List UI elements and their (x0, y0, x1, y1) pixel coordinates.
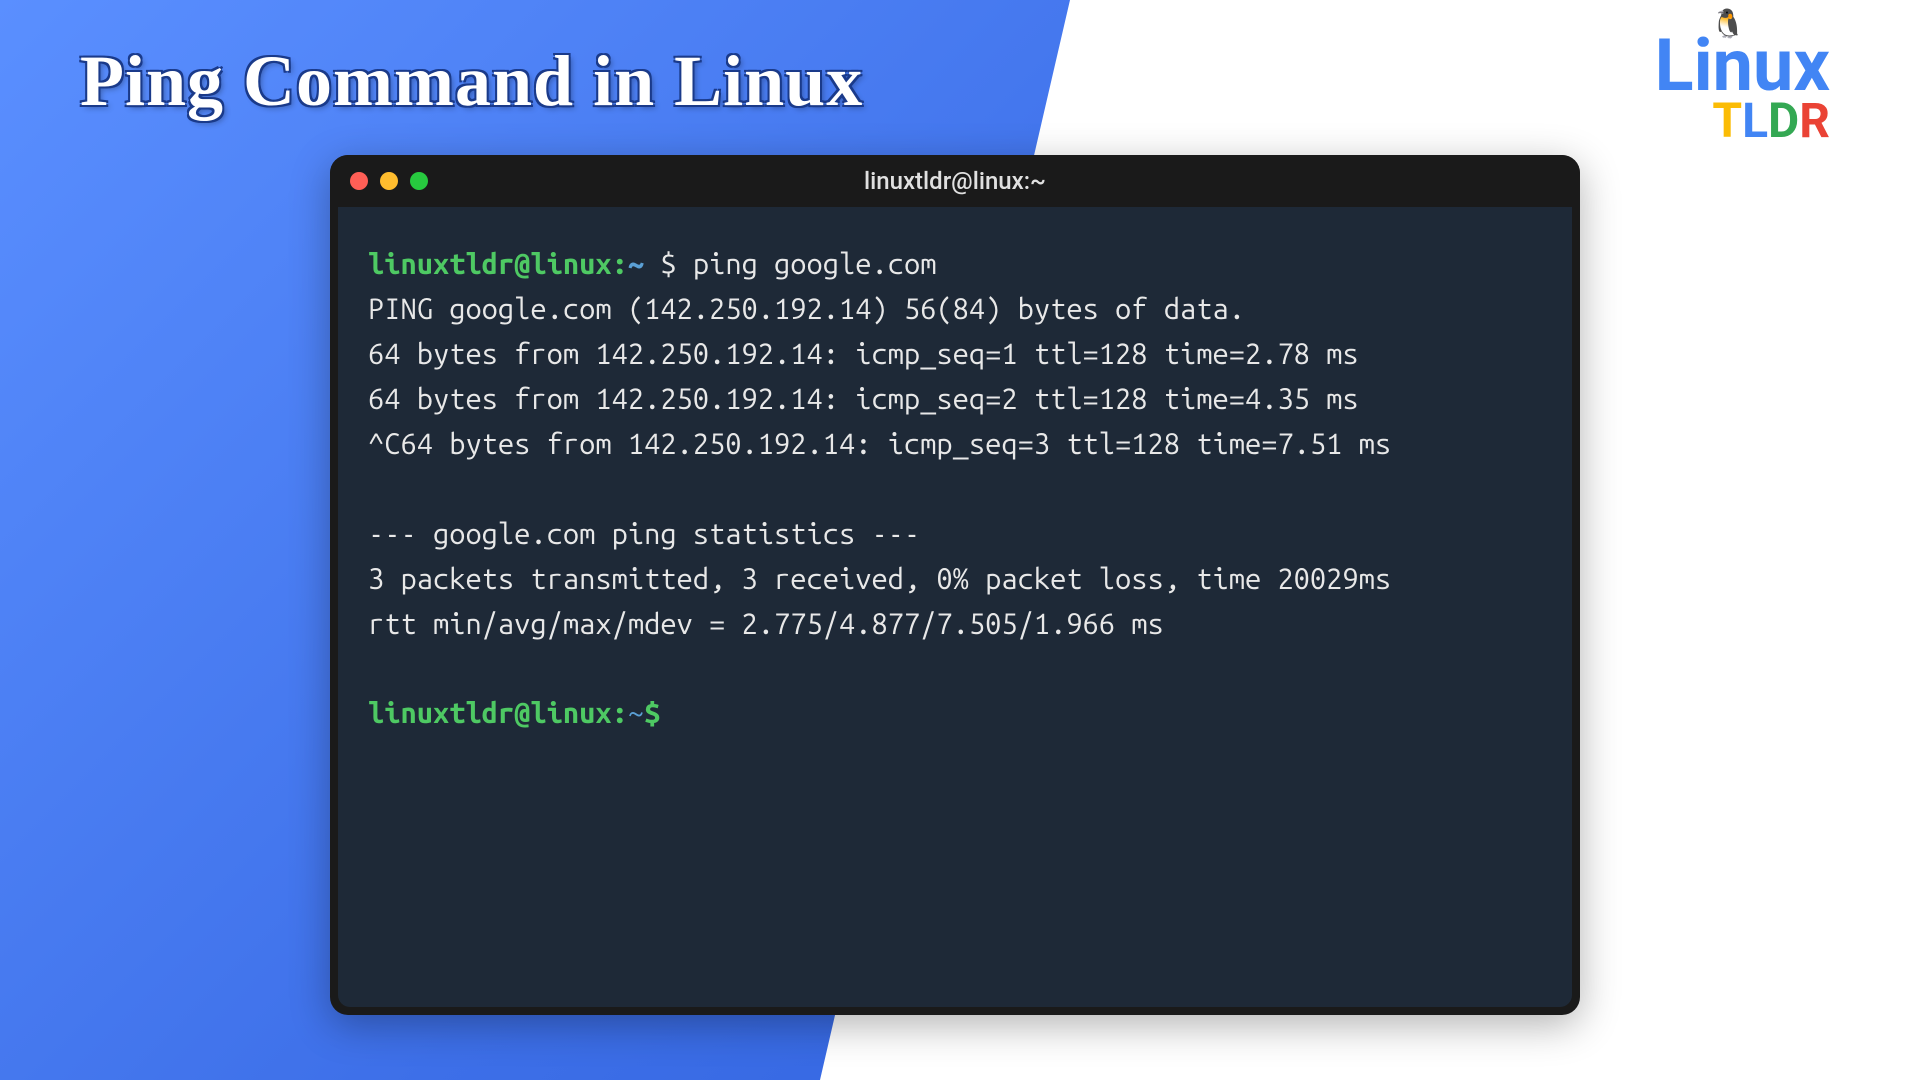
terminal-stats-line: 3 packets transmitted, 3 received, 0% pa… (368, 557, 1542, 602)
terminal-window: linuxtldr@linux:~ linuxtldr@linux:~ $ pi… (330, 155, 1580, 1015)
traffic-lights (350, 172, 428, 190)
terminal-prompt-user: linuxtldr@linux (368, 248, 612, 280)
blank-line (368, 646, 1542, 691)
minimize-icon[interactable] (380, 172, 398, 190)
terminal-stats-line: rtt min/avg/max/mdev = 2.775/4.877/7.505… (368, 602, 1542, 647)
terminal-titlebar: linuxtldr@linux:~ (330, 155, 1580, 207)
logo-container: 🐧 Linux TLDR (1655, 30, 1830, 145)
maximize-icon[interactable] (410, 172, 428, 190)
page-title: Ping Command in Linux (80, 40, 863, 123)
terminal-body[interactable]: linuxtldr@linux:~ $ ping google.com PING… (338, 207, 1572, 1007)
terminal-stats-line: --- google.com ping statistics --- (368, 512, 1542, 557)
terminal-prompt-user: linuxtldr@linux (368, 697, 612, 729)
close-icon[interactable] (350, 172, 368, 190)
penguin-icon: 🐧 (1711, 10, 1746, 38)
terminal-output-line: 64 bytes from 142.250.192.14: icmp_seq=1… (368, 332, 1542, 377)
terminal-command: ping google.com (693, 248, 937, 280)
terminal-title: linuxtldr@linux:~ (864, 167, 1046, 195)
terminal-prompt-line: linuxtldr@linux:~$ (368, 691, 1542, 736)
blank-line (368, 467, 1542, 512)
terminal-output-line: 64 bytes from 142.250.192.14: icmp_seq=2… (368, 377, 1542, 422)
logo-linux-text: 🐧 Linux (1655, 30, 1830, 102)
terminal-output-line: ^C64 bytes from 142.250.192.14: icmp_seq… (368, 422, 1542, 467)
terminal-prompt-line: linuxtldr@linux:~ $ ping google.com (368, 242, 1542, 287)
terminal-output-line: PING google.com (142.250.192.14) 56(84) … (368, 287, 1542, 332)
